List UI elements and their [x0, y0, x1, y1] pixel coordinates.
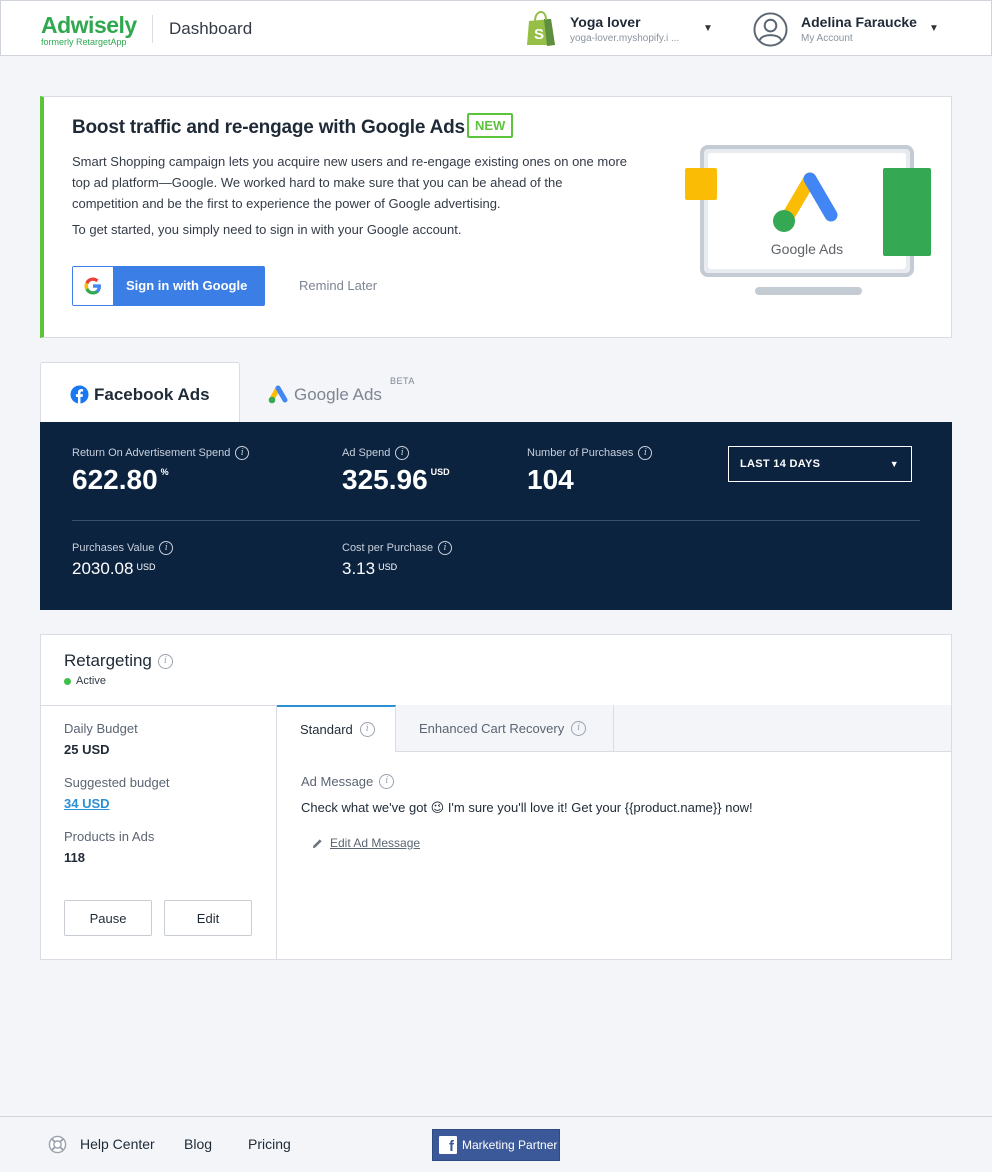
google-ads-promo-card: Boost traffic and re-engage with Google …	[40, 96, 952, 338]
cost-per-purchase-value: 3.13	[342, 559, 376, 578]
help-center-link[interactable]: Help Center	[80, 1136, 155, 1152]
purchases-value: 104	[527, 464, 574, 495]
status-dot-icon	[64, 677, 71, 685]
cost-per-purchase-unit: USD	[378, 562, 398, 572]
user-name[interactable]: Adelina Faraucke	[801, 14, 917, 30]
products-in-ads-label: Products in Ads	[64, 829, 155, 844]
purchases-label: Number of Purchases	[527, 447, 634, 459]
daily-budget-label: Daily Budget	[64, 721, 138, 736]
info-icon[interactable]: i	[379, 774, 395, 789]
info-icon[interactable]: i	[395, 446, 410, 460]
purchases-stat: Number of Purchases i 104	[527, 446, 653, 496]
edit-ad-message-link[interactable]: Edit Ad Message	[312, 836, 420, 850]
ad-spend-unit: USD	[430, 467, 450, 477]
shop-name[interactable]: Yoga lover	[570, 14, 641, 30]
page-title: Dashboard	[169, 19, 253, 38]
shop-dropdown-caret-icon[interactable]: ▼	[703, 23, 713, 34]
sign-in-label: Sign in with Google	[126, 278, 248, 293]
lifebuoy-icon	[48, 1135, 67, 1154]
roas-value: 622.80	[72, 464, 158, 495]
retargeting-title-text: Retargeting	[64, 651, 152, 670]
purchases-value-unit: USD	[136, 562, 156, 572]
ad-message-text: Check what we've got 😉 I'm sure you'll l…	[301, 800, 753, 815]
products-in-ads-value: 118	[64, 850, 85, 865]
adwisely-logo[interactable]: Adwisely formerly RetargetApp	[41, 13, 137, 47]
ad-spend-value: 325.96	[342, 464, 428, 495]
promo-title: Boost traffic and re-engage with Google …	[72, 117, 465, 138]
sign-in-with-google-button[interactable]: Sign in with Google	[72, 266, 265, 306]
retargeting-title: Retargeting i	[64, 651, 173, 671]
roas-label: Return On Advertisement Spend	[72, 447, 231, 459]
info-icon[interactable]: i	[571, 720, 587, 736]
stats-divider	[72, 520, 920, 521]
cost-per-purchase-label: Cost per Purchase	[342, 542, 434, 554]
stats-panel: Return On Advertisement Spend i 622.80% A…	[40, 422, 952, 610]
facebook-icon	[70, 385, 89, 404]
pricing-link[interactable]: Pricing	[248, 1136, 291, 1152]
facebook-marketing-partner-badge[interactable]: f Marketing Partner	[432, 1129, 560, 1161]
tab-standard[interactable]: Standard i	[277, 705, 396, 752]
date-range-value: LAST 14 DAYS	[740, 458, 821, 470]
shopify-bag-icon: S	[527, 11, 555, 46]
purchases-value-label: Purchases Value	[72, 542, 155, 554]
date-range-select[interactable]: LAST 14 DAYS ▼	[728, 446, 912, 482]
pause-button[interactable]: Pause	[64, 900, 152, 936]
pencil-icon	[312, 838, 322, 848]
footer: Help Center Blog Pricing f Marketing Par…	[0, 1116, 992, 1172]
ad-message-label-text: Ad Message	[301, 774, 374, 789]
google-ads-icon	[268, 385, 288, 404]
svg-text:S: S	[534, 26, 544, 43]
shop-url: yoga-lover.myshopify.i ...	[570, 33, 680, 44]
ad-spend-stat: Ad Spend i 325.96 USD	[342, 446, 450, 496]
facebook-f-icon: f	[439, 1136, 457, 1154]
chevron-down-icon: ▼	[889, 459, 899, 469]
logo-text: Adwisely	[41, 12, 137, 38]
ad-message-label: Ad Message i	[301, 774, 395, 789]
status-text: Active	[76, 675, 106, 687]
roas-unit: %	[160, 467, 169, 477]
blog-link[interactable]: Blog	[184, 1136, 212, 1152]
user-avatar-icon[interactable]	[753, 12, 788, 47]
edit-ad-message-label: Edit Ad Message	[330, 836, 421, 850]
tab-google-label: Google Ads	[294, 385, 382, 404]
header-divider	[152, 15, 153, 43]
google-ads-illustration: Google Ads	[685, 145, 931, 295]
daily-budget-value: 25 USD	[64, 742, 110, 757]
logo-subtext: formerly RetargetApp	[41, 37, 127, 47]
tab-ecr-label: Enhanced Cart Recovery	[419, 720, 565, 736]
purchases-value-amount: 2030.08	[72, 559, 134, 578]
top-header: Adwisely formerly RetargetApp Dashboard …	[0, 0, 992, 56]
tab-facebook-ads[interactable]: Facebook Ads	[40, 362, 240, 423]
promo-description: Smart Shopping campaign lets you acquire…	[72, 154, 628, 211]
info-icon[interactable]: i	[638, 446, 653, 460]
purchases-value-stat: Purchases Value i 2030.08 USD	[72, 541, 174, 579]
suggested-budget-link[interactable]: 34 USD	[64, 796, 110, 811]
info-icon[interactable]: i	[159, 541, 174, 555]
info-icon[interactable]: i	[359, 722, 375, 737]
google-g-icon	[73, 267, 113, 305]
info-icon[interactable]: i	[438, 541, 453, 555]
edit-button[interactable]: Edit	[164, 900, 252, 936]
info-icon[interactable]: i	[157, 653, 173, 669]
roas-stat: Return On Advertisement Spend i 622.80%	[72, 446, 250, 496]
remind-later-button[interactable]: Remind Later	[299, 278, 377, 293]
cost-per-purchase-stat: Cost per Purchase i 3.13 USD	[342, 541, 453, 579]
marketing-partner-label: Marketing Partner	[462, 1138, 558, 1152]
promo-instruction: To get started, you simply need to sign …	[72, 222, 462, 237]
my-account-link[interactable]: My Account	[801, 33, 853, 44]
tab-enhanced-cart-recovery[interactable]: Enhanced Cart Recovery i	[396, 705, 614, 752]
tab-standard-label: Standard	[300, 722, 353, 737]
tab-bar-filler	[614, 705, 951, 752]
info-icon[interactable]: i	[235, 446, 250, 460]
new-badge: NEW	[467, 113, 514, 138]
tab-facebook-label: Facebook Ads	[94, 385, 210, 404]
suggested-budget-label: Suggested budget	[64, 775, 170, 790]
beta-badge: BETA	[390, 376, 415, 386]
retargeting-card: Retargeting i Active Daily Budget 25 USD…	[40, 634, 952, 960]
status-badge: Active	[64, 675, 106, 687]
account-dropdown-caret-icon[interactable]: ▼	[929, 23, 939, 34]
art-google-ads-text: Google Ads	[771, 241, 843, 257]
ad-spend-label: Ad Spend	[342, 447, 391, 459]
